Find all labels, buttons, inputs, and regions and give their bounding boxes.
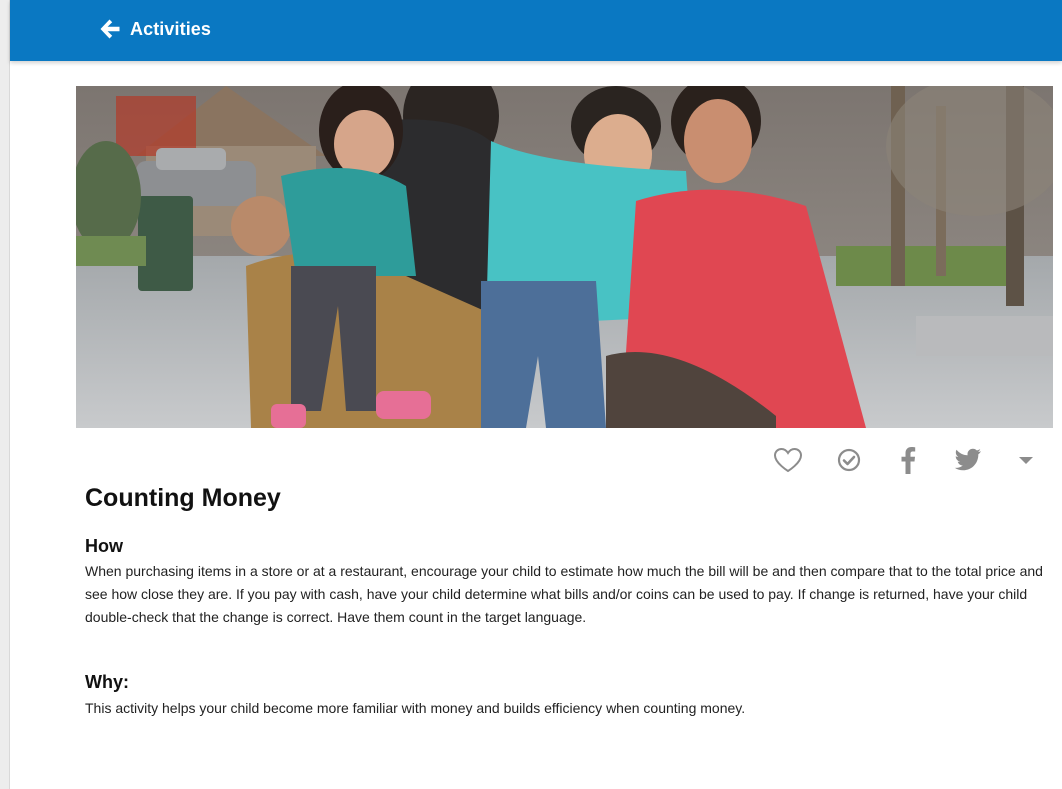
heart-icon[interactable] <box>770 442 806 478</box>
hero-image <box>76 86 1053 428</box>
top-app-bar: Activities <box>10 0 1062 61</box>
how-description: When purchasing items in a store or at a… <box>85 563 1043 625</box>
back-to-activities-link[interactable]: Activities <box>98 15 211 43</box>
activity-content: Counting Money How When purchasing items… <box>85 482 1045 720</box>
caret-down-icon[interactable] <box>1014 442 1038 478</box>
family-photo <box>76 86 1053 428</box>
arrow-left-icon <box>98 17 122 41</box>
back-link-label: Activities <box>130 18 212 39</box>
check-circle-icon[interactable] <box>834 442 864 478</box>
facebook-icon[interactable] <box>894 442 922 478</box>
how-heading: How <box>85 536 123 556</box>
why-heading: Why: <box>85 672 129 692</box>
share-actions <box>770 442 1050 478</box>
activity-title: Counting Money <box>85 484 281 512</box>
why-description: This activity helps your child become mo… <box>85 700 746 716</box>
twitter-icon[interactable] <box>950 442 986 478</box>
left-edge-border <box>0 0 10 789</box>
